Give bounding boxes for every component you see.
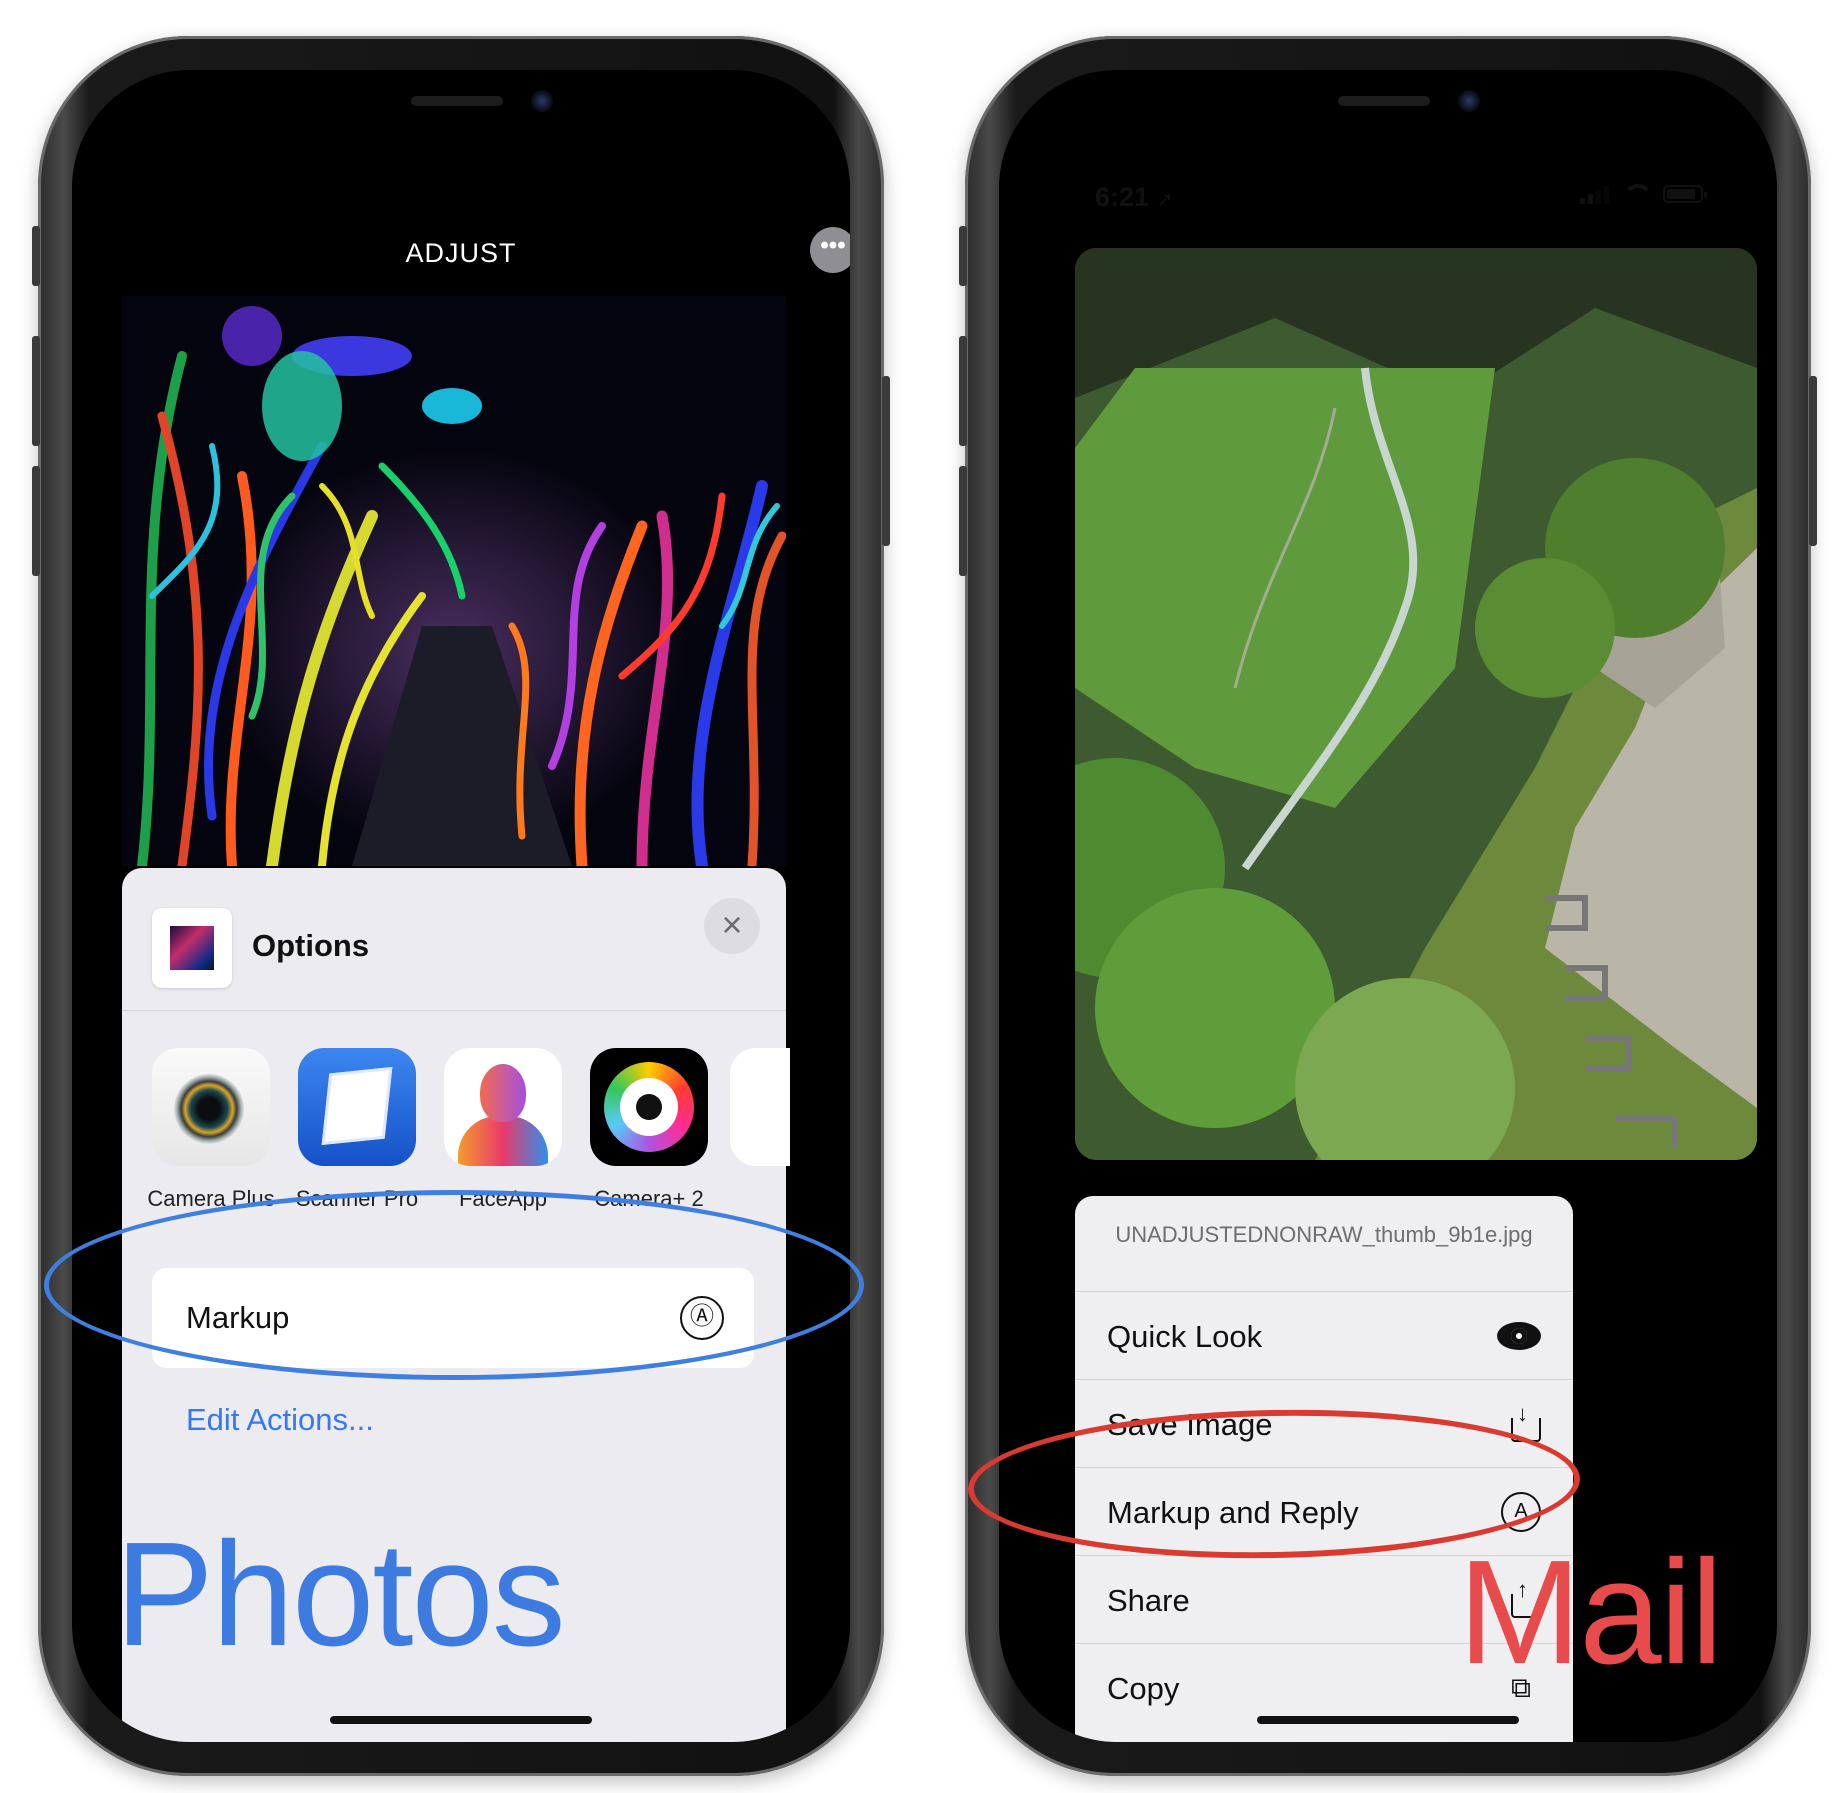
camera-plus-2-icon [590,1048,708,1166]
edit-actions-link[interactable]: Edit Actions... [186,1402,374,1438]
home-indicator[interactable] [330,1716,592,1724]
mountain-valley-photo[interactable] [1075,248,1757,1160]
mute-switch [32,226,40,286]
app-camera-plus-2[interactable]: Camera+ 2 [584,1048,714,1212]
neon-forest-photo[interactable] [122,296,786,866]
photo-thumbnail [152,908,232,988]
side-button [882,376,890,546]
menu-item-quick-look[interactable]: Quick Look [1075,1292,1573,1380]
app-scanner-pro[interactable]: Scanner Pro [292,1048,422,1212]
front-camera [1458,90,1480,112]
blue-highlight-ellipse [44,1190,864,1380]
volume-up-button [959,336,967,446]
app-row: Camera Plus Scanner Pro FaceApp Camera+ … [146,1048,790,1211]
status-icons [1580,184,1707,204]
notch [1168,70,1608,148]
speaker [1338,96,1430,106]
front-camera [531,90,553,112]
photos-caption: Photos [115,1512,566,1677]
notch [241,70,681,148]
status-time: 6:21 ➚ [1095,182,1173,213]
speaker [411,96,503,106]
location-arrow-icon: ➚ [1156,189,1174,211]
eye-icon [1497,1322,1541,1350]
mail-caption: Mail [1458,1530,1723,1695]
scanner-pro-icon [298,1048,416,1166]
mute-switch [959,226,967,286]
side-button [1809,376,1817,546]
app-faceapp[interactable]: FaceApp [438,1048,568,1212]
menu-item-label: Share [1107,1583,1190,1618]
attachment-filename: UNADJUSTEDNONRAW_thumb_9b1e.jpg [1075,1196,1573,1292]
menu-item-label: Copy [1107,1671,1180,1706]
neon-forest-image [122,296,786,866]
volume-down-button [959,466,967,576]
ellipsis-icon[interactable]: ••• [810,227,850,273]
app-partial-icon [730,1048,790,1166]
cellular-signal-icon [1580,184,1609,204]
faceapp-icon [444,1048,562,1166]
options-title[interactable]: Options [252,928,369,964]
photos-screen: ADJUST ••• Options × Camera Plus Scanner… [72,70,850,1742]
camera-plus-icon [152,1048,270,1166]
battery-icon [1663,185,1707,203]
app-camera-plus[interactable]: Camera Plus [146,1048,276,1212]
header-title: ADJUST [405,238,517,268]
mountain-valley-image [1075,248,1757,1160]
menu-item-label: Quick Look [1107,1319,1263,1354]
options-header: Options × [122,868,786,1011]
close-icon[interactable]: × [704,898,760,954]
home-indicator[interactable] [1257,1716,1519,1724]
volume-down-button [32,466,40,576]
volume-up-button [32,336,40,446]
app-partial[interactable] [730,1048,790,1166]
wifi-icon [1623,184,1653,204]
time-text: 6:21 [1095,182,1150,212]
